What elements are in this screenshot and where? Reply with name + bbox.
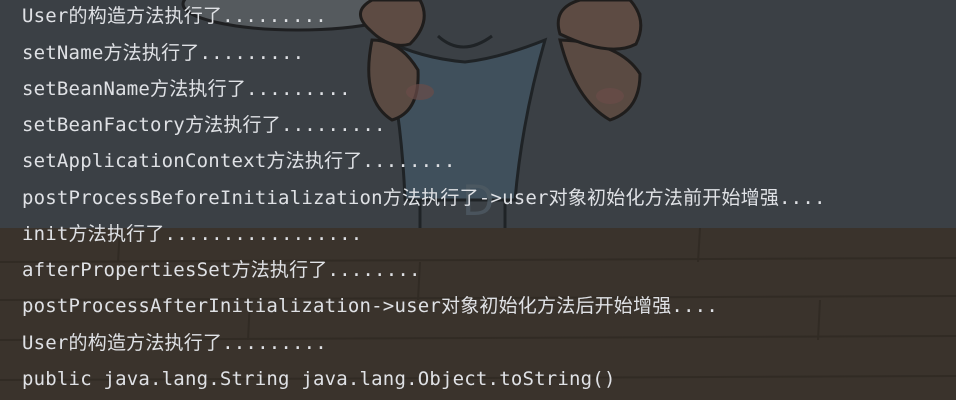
console-line: setBeanName方法执行了.........	[22, 78, 351, 100]
console-line: User的构造方法执行了.........	[22, 5, 327, 27]
console-line: setApplicationContext方法执行了........	[22, 150, 456, 172]
console-line: setName方法执行了.........	[22, 42, 305, 64]
console-line: setBeanFactory方法执行了.........	[22, 114, 386, 136]
console-line: public java.lang.String java.lang.Object…	[22, 368, 616, 390]
console-line: afterPropertiesSet方法执行了........	[22, 259, 421, 281]
console-line: postProcessAfterInitialization->user对象初始…	[22, 295, 718, 317]
console-line: User的构造方法执行了.........	[22, 332, 327, 354]
console-output: User的构造方法执行了......... setName方法执行了......…	[0, 0, 956, 400]
console-line: init方法执行了.................	[22, 223, 363, 245]
console-line: postProcessBeforeInitialization方法执行了->us…	[22, 187, 826, 209]
